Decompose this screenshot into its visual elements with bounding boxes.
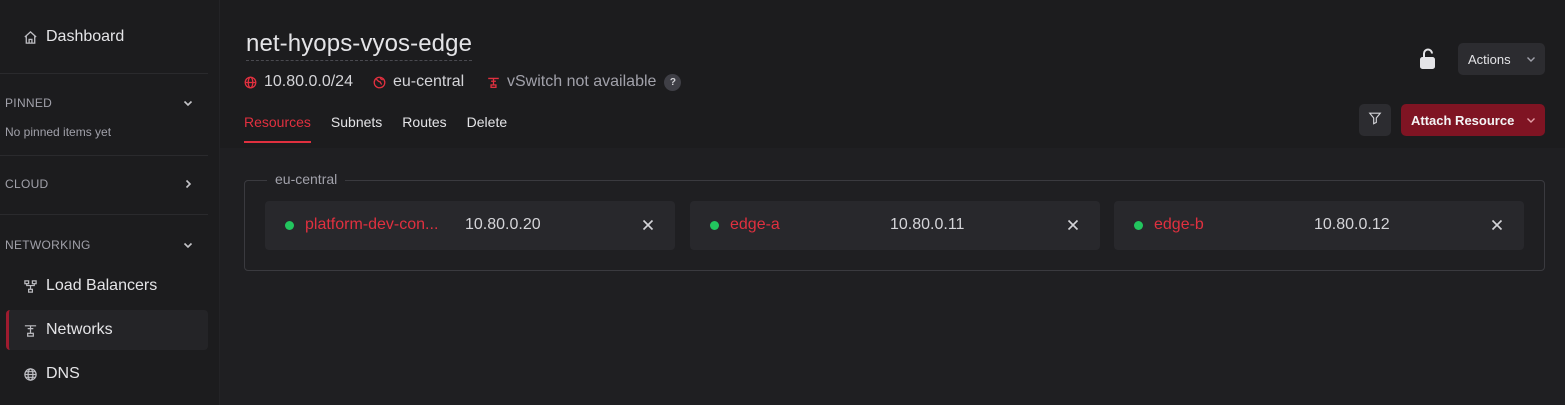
sidebar-item-networks[interactable]: Networks: [6, 310, 208, 350]
sidebar-item-label: Load Balancers: [46, 277, 158, 294]
chevron-down-icon: [1525, 114, 1537, 126]
close-icon[interactable]: [1490, 218, 1504, 232]
vswitch-value: vSwitch not available: [507, 73, 657, 90]
divider: [0, 73, 208, 74]
resource-ip: 10.80.0.20: [465, 216, 541, 233]
region-group: eu-central platform-dev-con... 10.80.0.2…: [244, 171, 1545, 271]
main-content: eu-central platform-dev-con... 10.80.0.2…: [220, 148, 1565, 405]
network-icon: [487, 76, 500, 89]
sidebar-item-dashboard[interactable]: Dashboard: [6, 17, 208, 57]
region-value: eu-central: [393, 73, 465, 90]
section-cloud[interactable]: CLOUD: [5, 174, 195, 194]
sidebar-item-label: Dashboard: [46, 28, 125, 45]
chevron-down-icon: [181, 238, 195, 252]
page-header: net-hyops-vyos-edge 10.80.0.0/24 eu-cent…: [220, 0, 1565, 148]
resource-card[interactable]: platform-dev-con... 10.80.0.20: [265, 201, 675, 250]
divider: [0, 214, 208, 215]
section-networking[interactable]: NETWORKING: [5, 235, 195, 255]
network-icon: [22, 322, 38, 338]
status-dot: [285, 221, 294, 230]
filter-button[interactable]: [1359, 104, 1391, 136]
tab-bar: Resources Subnets Routes Delete: [244, 114, 527, 143]
cidr-info: 10.80.0.0/24: [244, 72, 353, 92]
home-icon: [22, 29, 38, 45]
region-info: eu-central: [373, 72, 464, 92]
sidebar-item-load-balancers[interactable]: Load Balancers: [6, 266, 208, 306]
resource-name[interactable]: edge-a: [730, 216, 880, 234]
unlock-icon[interactable]: [1417, 47, 1439, 71]
tab-resources[interactable]: Resources: [244, 114, 311, 143]
section-label: NETWORKING: [5, 238, 91, 252]
actions-button[interactable]: Actions: [1458, 43, 1545, 75]
sidebar: Dashboard PINNED No pinned items yet CLO…: [0, 0, 220, 405]
close-icon[interactable]: [641, 218, 655, 232]
section-label: PINNED: [5, 96, 53, 110]
sidebar-item-label: DNS: [46, 365, 80, 382]
actions-label: Actions: [1468, 51, 1511, 67]
section-label: CLOUD: [5, 177, 49, 191]
resource-name[interactable]: edge-b: [1154, 216, 1304, 234]
attach-resource-button[interactable]: Attach Resource: [1401, 104, 1545, 136]
page-title[interactable]: net-hyops-vyos-edge: [246, 30, 473, 61]
chevron-right-icon: [181, 177, 195, 191]
close-icon[interactable]: [1066, 218, 1080, 232]
resource-card[interactable]: edge-b 10.80.0.12: [1114, 201, 1524, 250]
globe-icon: [244, 76, 257, 89]
help-icon[interactable]: ?: [664, 73, 682, 91]
chevron-down-icon: [181, 96, 195, 110]
tab-routes[interactable]: Routes: [402, 114, 446, 143]
tab-delete[interactable]: Delete: [467, 114, 507, 143]
resource-name[interactable]: platform-dev-con...: [305, 216, 455, 234]
chevron-down-icon: [1525, 53, 1537, 65]
resource-card[interactable]: edge-a 10.80.0.11: [690, 201, 1100, 250]
filter-icon: [1368, 111, 1382, 130]
region-group-label: eu-central: [267, 171, 346, 187]
status-dot: [1134, 221, 1143, 230]
pinned-empty-note: No pinned items yet: [5, 125, 112, 139]
attach-resource-label: Attach Resource: [1411, 112, 1515, 128]
resource-ip: 10.80.0.12: [1314, 216, 1390, 233]
load-balancer-icon: [22, 278, 38, 294]
status-dot: [710, 221, 719, 230]
tab-subnets[interactable]: Subnets: [331, 114, 382, 143]
divider: [0, 155, 208, 156]
vswitch-info: vSwitch not available ?: [487, 72, 682, 92]
globe-icon: [22, 366, 38, 382]
sidebar-item-label: Networks: [46, 321, 113, 338]
resource-ip: 10.80.0.11: [890, 216, 965, 233]
sidebar-item-dns[interactable]: DNS: [6, 354, 208, 394]
section-pinned[interactable]: PINNED: [5, 93, 195, 113]
region-globe-icon: [373, 76, 386, 89]
cidr-value: 10.80.0.0/24: [264, 73, 353, 90]
